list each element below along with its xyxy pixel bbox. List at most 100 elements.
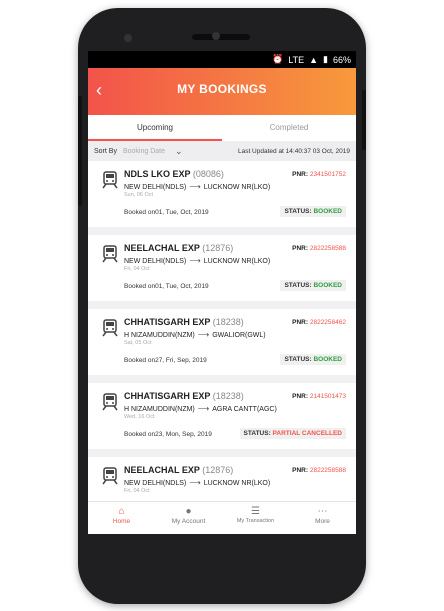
network-label: LTE [288,54,305,65]
tab-completed[interactable]: Completed [222,115,356,141]
phone-volume-button [78,96,82,206]
status-label: STATUS: [284,282,312,289]
tab-upcoming[interactable]: Upcoming [88,115,222,141]
train-icon [100,318,120,338]
train-name-text: CHHATISGARH EXP [124,391,211,401]
train-name-text: NEELACHAL EXP [124,465,200,475]
arrow-right-icon: ⟶ [189,256,201,265]
status-label: STATUS: [284,356,312,363]
train-name: NDLS LKO EXP (08086) [124,169,224,179]
route: H NIZAMUDDIN(NZM) ⟶ AGRA CANTT(AGC) [124,404,277,413]
pnr-label: PNR: [292,171,309,178]
phone-sensor [124,34,132,42]
nav-home[interactable]: ⌂ Home [88,502,155,534]
route: NEW DELHI(NDLS) ⟶ LUCKNOW NR(LKO) [124,256,270,265]
to-station: AGRA CANTT(AGC) [212,406,277,413]
status-value: BOOKED [313,356,342,363]
nav-home-label: Home [112,518,131,525]
train-number: (18238) [212,317,244,327]
arrow-right-icon: ⟶ [189,182,201,191]
journey-date: Fri, 04 Oct [124,266,150,272]
route: NEW DELHI(NDLS) ⟶ LUCKNOW NR(LKO) [124,478,270,487]
train-name-text: CHHATISGARH EXP [124,317,211,327]
status-badge: STATUS: BOOKED [280,280,346,291]
to-station: GWALIOR(GWL) [212,332,266,339]
status-value: BOOKED [313,282,342,289]
train-number: (18238) [212,391,244,401]
nav-my-account-label: My Account [171,518,206,525]
pnr-number: 2341501752 [309,171,346,178]
status-bar: ⏰ LTE ▲ ▮ 66% [88,51,356,68]
train-number: (08086) [192,169,224,179]
chevron-down-icon[interactable]: ⌄ [175,146,183,157]
train-name-text: NDLS LKO EXP [124,169,191,179]
booking-card[interactable]: NEELACHAL EXP (12876) NEW DELHI(NDLS) ⟶ LUC… [88,235,356,301]
train-number: (12876) [202,243,234,253]
booked-on: Booked on23, Mon, Sep, 2019 [124,431,212,438]
pnr-label: PNR: [292,319,309,326]
last-updated-text: Last Updated at 14:40:37 03 Oct, 2019 [237,147,350,155]
status-badge: STATUS: PARTIAL CANCELLED [239,428,346,439]
booked-on: Booked on27, Fri, Sep, 2019 [124,357,207,364]
phone-camera [212,32,220,40]
alarm-icon: ⏰ [272,54,284,64]
train-name-text: NEELACHAL EXP [124,243,200,253]
home-icon: ⌂ [118,506,125,517]
pnr-number: 2822258588 [309,245,346,252]
sort-label: Sort By [94,147,117,155]
train-name: NEELACHAL EXP (12876) [124,465,233,475]
phone-speaker [192,34,250,40]
nav-more[interactable]: ⋯ More [289,502,356,534]
nav-my-transaction-label: My Transaction [236,518,275,524]
arrow-right-icon: ⟶ [197,404,210,413]
status-badge: STATUS: BOOKED [280,354,346,365]
sort-select[interactable]: Booking Date [123,148,171,155]
booking-card[interactable]: CHHATISGARH EXP (18238) H NIZAMUDDIN(NZM)… [88,309,356,375]
booked-on: Booked on01, Tue, Oct, 2019 [124,209,209,216]
pnr: PNR: 2341501752 [292,171,346,178]
list-icon: ☰ [251,506,260,517]
train-icon [100,170,120,190]
from-station: H NIZAMUDDIN(NZM) [124,406,195,413]
journey-date: Wed, 16 Oct [124,414,155,420]
train-name: CHHATISGARH EXP (18238) [124,391,244,401]
page-title: MY BOOKINGS [177,82,267,96]
train-name: CHHATISGARH EXP (18238) [124,317,244,327]
arrow-right-icon: ⟶ [189,478,201,487]
more-icon: ⋯ [317,506,328,517]
journey-date: Fri, 04 Oct [124,488,150,494]
status-badge: STATUS: BOOKED [280,206,346,217]
train-name: NEELACHAL EXP (12876) [124,243,233,253]
nav-my-transaction[interactable]: ☰ My Transaction [222,502,289,534]
to-station: LUCKNOW NR(LKO) [203,184,271,191]
from-station: NEW DELHI(NDLS) [124,480,187,487]
app-screen: ⏰ LTE ▲ ▮ 66% ‹ MY BOOKINGS Upcoming Com… [88,51,356,534]
nav-my-account[interactable]: ● My Account [155,502,222,534]
pnr-number: 2822258588 [309,467,346,474]
arrow-right-icon: ⟶ [197,330,210,339]
train-number: (12876) [202,465,234,475]
battery-icon: ▮ [323,54,328,64]
pnr-number: 2141501473 [309,393,346,400]
booked-on: Booked on01, Tue, Oct, 2019 [124,283,209,290]
pnr: PNR: 2822258588 [292,467,346,474]
pnr-label: PNR: [292,467,309,474]
pnr-label: PNR: [292,393,309,400]
user-icon: ● [185,506,192,517]
route: H NIZAMUDDIN(NZM) ⟶ GWALIOR(GWL) [124,330,266,339]
booking-card[interactable]: NDLS LKO EXP (08086) NEW DELHI(NDLS) ⟶ LUCK… [88,161,356,227]
app-bar: ‹ MY BOOKINGS [88,68,356,115]
train-icon [100,244,120,264]
battery-percent: 66% [332,54,351,65]
signal-icon: ▲ [309,54,319,65]
pnr: PNR: 2141501473 [292,393,346,400]
booking-card[interactable]: CHHATISGARH EXP (18238) H NIZAMUDDIN(NZM)… [88,383,356,449]
from-station: NEW DELHI(NDLS) [124,258,187,265]
bottom-nav: ⌂ Home ● My Account ☰ My Transaction ⋯ M… [88,501,356,534]
status-value: BOOKED [313,208,342,215]
status-value: PARTIAL CANCELLED [272,430,342,437]
pnr-number: 2822258462 [309,319,346,326]
train-icon [100,392,120,412]
status-label: STATUS: [243,430,271,437]
journey-date: Sun, 06 Oct [124,192,154,198]
